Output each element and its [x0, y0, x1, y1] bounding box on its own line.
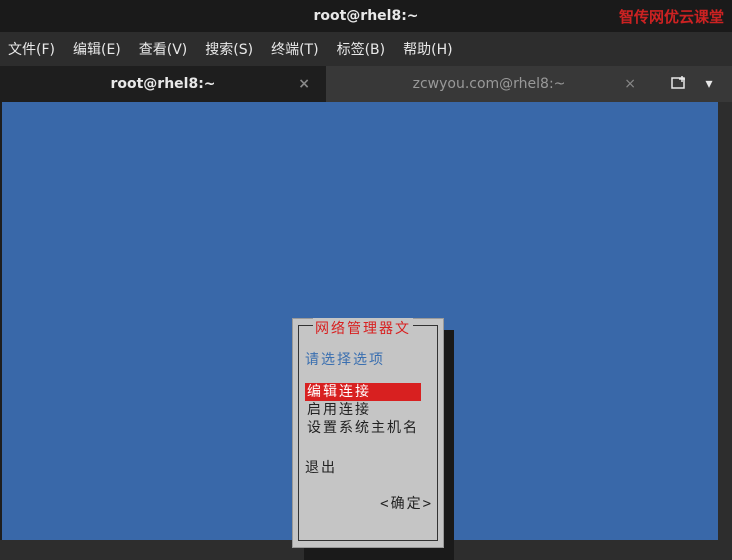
tab-label: root@rhel8:~ — [110, 76, 215, 92]
dialog-title: 网络管理器文 — [313, 318, 413, 338]
menu-file[interactable]: 文件(F) — [6, 35, 57, 63]
nmtui-dialog: 网络管理器文 请选择选项 编辑连接 启用连接 设置系统主机名 退出 <确定> — [292, 318, 444, 548]
window-title: root@rhel8:~ — [313, 8, 418, 24]
tab-actions: ▾ — [652, 66, 732, 102]
ok-button[interactable]: <确定> — [380, 493, 433, 513]
chevron-down-icon[interactable]: ▾ — [705, 76, 712, 92]
terminal-area[interactable]: 网络管理器文 请选择选项 编辑连接 启用连接 设置系统主机名 退出 <确定> — [0, 102, 732, 540]
watermark-text: 智传网优云课堂 — [619, 6, 724, 27]
tab-root[interactable]: root@rhel8:~ × — [0, 66, 326, 102]
close-icon[interactable]: × — [624, 76, 636, 92]
option-activate-connection[interactable]: 启用连接 — [305, 401, 421, 419]
menu-terminal[interactable]: 终端(T) — [269, 35, 320, 63]
close-icon[interactable]: × — [298, 76, 310, 92]
menu-edit[interactable]: 编辑(E) — [71, 35, 123, 63]
dialog-prompt: 请选择选项 — [305, 349, 385, 369]
titlebar: root@rhel8:~ 智传网优云课堂 — [0, 0, 732, 32]
scrollbar[interactable] — [718, 102, 732, 540]
option-set-hostname[interactable]: 设置系统主机名 — [305, 419, 421, 437]
new-tab-icon[interactable] — [671, 75, 687, 93]
menu-help[interactable]: 帮助(H) — [401, 35, 454, 63]
tab-zcwyou[interactable]: zcwyou.com@rhel8:~ × — [326, 66, 652, 102]
menu-search[interactable]: 搜索(S) — [203, 35, 255, 63]
tabbar: root@rhel8:~ × zcwyou.com@rhel8:~ × ▾ — [0, 66, 732, 102]
menu-tabs[interactable]: 标签(B) — [335, 35, 388, 63]
option-quit[interactable]: 退出 — [305, 457, 337, 477]
menu-view[interactable]: 查看(V) — [137, 35, 190, 63]
option-edit-connection[interactable]: 编辑连接 — [305, 383, 421, 401]
menubar: 文件(F) 编辑(E) 查看(V) 搜索(S) 终端(T) 标签(B) 帮助(H… — [0, 32, 732, 66]
menu-list: 编辑连接 启用连接 设置系统主机名 — [305, 383, 421, 437]
tab-label: zcwyou.com@rhel8:~ — [413, 76, 566, 92]
